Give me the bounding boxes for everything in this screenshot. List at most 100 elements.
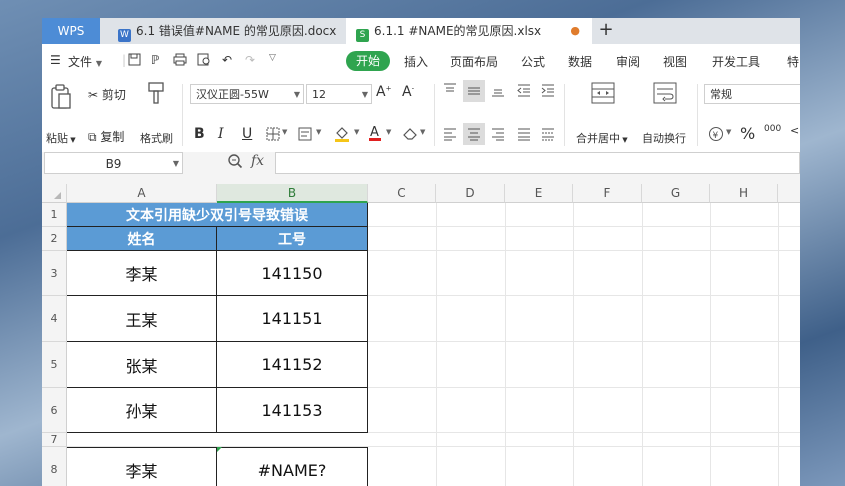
zoom-icon[interactable] (227, 153, 243, 169)
row-header-4[interactable]: 4 (42, 296, 67, 342)
customize-chevron-icon[interactable]: ▽ (269, 53, 276, 63)
decrease-font-icon[interactable]: A- (402, 84, 414, 100)
copy-button[interactable]: ⧉ 复制 (88, 128, 124, 145)
row-header-8[interactable]: 8 (42, 447, 67, 486)
name-cell[interactable]: 张某 (67, 342, 217, 388)
chevron-down-icon[interactable]: ▼ (354, 128, 359, 136)
format-painter-label[interactable]: 格式刷 (140, 130, 173, 146)
align-center-icon[interactable] (463, 123, 485, 145)
percent-button[interactable]: % (740, 124, 755, 143)
menu-file[interactable]: 文件 ▼ (68, 53, 102, 70)
justify-icon[interactable] (516, 126, 532, 142)
col-header-d[interactable]: D (436, 184, 505, 203)
menu-formulas[interactable]: 公式 (521, 53, 545, 70)
align-left-icon[interactable] (442, 126, 458, 142)
col-header-a[interactable]: A (67, 184, 217, 203)
underline-button[interactable]: U (242, 126, 252, 142)
distribute-icon[interactable] (540, 126, 556, 142)
print-preview-icon[interactable] (197, 53, 211, 66)
menu-special[interactable]: 特 (787, 53, 799, 70)
col-header-g[interactable]: G (642, 184, 710, 203)
col-header-e[interactable]: E (505, 184, 573, 203)
redo-icon[interactable]: ↷ (245, 53, 255, 67)
save-icon[interactable] (128, 53, 141, 66)
font-name-select[interactable]: 汉仪正圆-55W ▼ (190, 84, 304, 104)
merge-center-button[interactable]: 合并居中 ▼ (576, 130, 628, 146)
col-header-b[interactable]: B (217, 184, 368, 203)
name-cell[interactable]: 李某 (67, 251, 217, 296)
tab-xlsx[interactable]: S 6.1.1 #NAME的常见原因.xlsx ● (346, 18, 592, 44)
menu-home[interactable]: 开始 (346, 51, 390, 71)
wrap-text-icon[interactable] (653, 82, 677, 104)
formula-input[interactable] (275, 152, 800, 174)
currency-icon[interactable]: ¥ (708, 126, 724, 142)
increase-font-icon[interactable]: A+ (376, 84, 391, 100)
bold-button[interactable]: B (194, 126, 205, 142)
indent-decrease-icon[interactable] (516, 82, 532, 98)
error-result-cell[interactable]: #NAME? (217, 447, 368, 486)
menu-developer[interactable]: 开发工具 (712, 53, 760, 70)
row-header-5[interactable]: 5 (42, 342, 67, 388)
wps-home-tab[interactable]: WPS (42, 18, 100, 44)
thousands-separator-button[interactable]: 000 (764, 124, 781, 134)
header-id-cell[interactable]: 工号 (217, 227, 368, 251)
font-size-select[interactable]: 12 ▼ (306, 84, 372, 104)
row-header-6[interactable]: 6 (42, 388, 67, 433)
select-all-corner[interactable] (42, 184, 67, 203)
wrap-text-label[interactable]: 自动换行 (642, 130, 686, 146)
chevron-down-icon[interactable]: ▼ (316, 128, 321, 136)
cut-button[interactable]: ✂ 剪切 (88, 86, 126, 103)
undo-icon[interactable]: ↶ (222, 53, 232, 67)
align-right-icon[interactable] (490, 126, 506, 142)
chevron-down-icon[interactable]: ▼ (726, 128, 731, 136)
row-header-3[interactable]: 3 (42, 251, 67, 296)
id-cell[interactable]: 141150 (217, 251, 368, 296)
col-header-h[interactable]: H (710, 184, 778, 203)
name-cell[interactable]: 孙某 (67, 388, 217, 433)
id-cell[interactable]: 141152 (217, 342, 368, 388)
border-icon[interactable] (266, 127, 280, 141)
new-tab-button[interactable]: + (596, 18, 616, 44)
number-format-select[interactable]: 常规 (704, 84, 800, 104)
cell-style-icon[interactable] (298, 127, 312, 141)
print-icon[interactable] (173, 53, 187, 66)
indent-increase-icon[interactable] (540, 82, 556, 98)
name-box[interactable]: B9 ▼ (44, 152, 183, 174)
eraser-icon[interactable] (402, 126, 418, 140)
lookup-name-cell[interactable]: 李某 (67, 447, 217, 486)
align-middle-icon[interactable] (463, 80, 485, 102)
row-header-7[interactable]: 7 (42, 433, 67, 447)
quick-tool-icon[interactable]: ℙ (151, 53, 159, 67)
menu-data[interactable]: 数据 (568, 53, 592, 70)
menu-insert[interactable]: 插入 (404, 53, 428, 70)
chevron-down-icon[interactable]: ▼ (282, 128, 287, 136)
paste-icon[interactable] (50, 84, 72, 110)
italic-button[interactable]: I (218, 126, 224, 142)
col-header-i[interactable] (778, 184, 800, 203)
decimal-icon[interactable]: < (790, 124, 799, 137)
paste-button[interactable]: 粘贴 ▼ (46, 130, 76, 146)
row-header-1[interactable]: 1 (42, 203, 67, 227)
tab-docx[interactable]: W 6.1 错误值#NAME 的常见原因.docx (114, 18, 346, 44)
hamburger-icon[interactable]: ☰ (50, 53, 61, 67)
col-header-c[interactable]: C (368, 184, 436, 203)
col-header-f[interactable]: F (573, 184, 642, 203)
font-color-icon[interactable]: A (368, 123, 382, 143)
row-header-2[interactable]: 2 (42, 227, 67, 251)
title-cell[interactable]: 文本引用缺少双引号导致错误 (67, 203, 368, 227)
menu-review[interactable]: 审阅 (616, 53, 640, 70)
name-cell[interactable]: 王某 (67, 296, 217, 342)
menu-view[interactable]: 视图 (663, 53, 687, 70)
align-bottom-icon[interactable] (490, 82, 506, 98)
header-name-cell[interactable]: 姓名 (67, 227, 217, 251)
insert-function-button[interactable]: fx (251, 153, 264, 169)
chevron-down-icon[interactable]: ▼ (386, 128, 391, 136)
merge-center-icon[interactable] (591, 82, 615, 104)
fill-color-icon[interactable] (334, 125, 350, 143)
format-painter-icon[interactable] (146, 82, 166, 104)
id-cell[interactable]: 141153 (217, 388, 368, 433)
align-top-icon[interactable] (442, 82, 458, 98)
chevron-down-icon[interactable]: ▼ (420, 128, 425, 136)
id-cell[interactable]: 141151 (217, 296, 368, 342)
menu-page-layout[interactable]: 页面布局 (450, 53, 498, 70)
